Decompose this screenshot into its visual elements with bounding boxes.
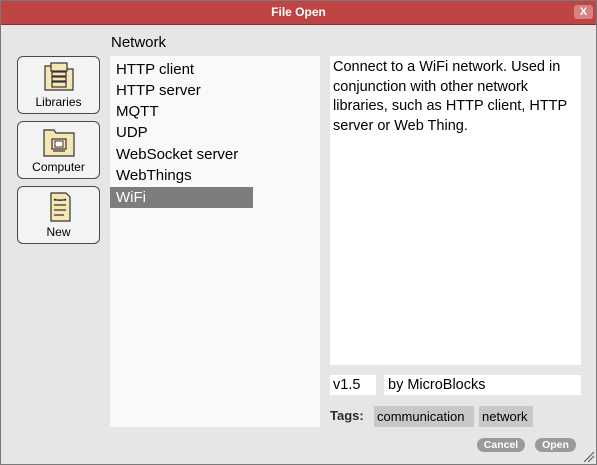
new-document-icon <box>50 192 71 222</box>
close-button[interactable]: X <box>574 5 593 19</box>
open-button[interactable]: Open <box>535 438 576 452</box>
new-label: New <box>46 225 71 239</box>
computer-button[interactable]: Computer <box>17 121 100 179</box>
tag-communication: communication <box>374 406 474 427</box>
file-item-websocket-server[interactable]: WebSocket server <box>110 144 253 165</box>
libraries-label: Libraries <box>35 95 82 109</box>
file-item-http-client[interactable]: HTTP client <box>110 59 253 80</box>
library-books-icon <box>44 62 74 91</box>
library-author: by MicroBlocks <box>384 375 581 395</box>
title-bar[interactable]: File Open X <box>1 1 596 25</box>
file-open-dialog: File Open X Network Libraries Computer N… <box>0 0 597 465</box>
resize-handle-icon[interactable] <box>582 450 594 462</box>
new-button[interactable]: New <box>17 186 100 244</box>
computer-label: Computer <box>32 160 85 174</box>
tag-network: network <box>479 406 533 427</box>
computer-folder-icon <box>43 129 75 157</box>
file-item-udp[interactable]: UDP <box>110 122 253 143</box>
file-item-wifi[interactable]: WiFi <box>110 187 253 208</box>
file-item-http-server[interactable]: HTTP server <box>110 80 253 101</box>
file-list[interactable]: HTTP client HTTP server MQTT UDP WebSock… <box>110 56 320 427</box>
library-description: Connect to a WiFi network. Used in conju… <box>330 56 581 365</box>
tags-label: Tags: <box>330 408 364 423</box>
libraries-button[interactable]: Libraries <box>17 56 100 114</box>
dialog-title: File Open <box>271 5 326 19</box>
cancel-button[interactable]: Cancel <box>477 438 525 452</box>
folder-title: Network <box>111 34 167 51</box>
file-item-mqtt[interactable]: MQTT <box>110 101 253 122</box>
library-version: v1.5 <box>330 375 376 395</box>
file-item-webthings[interactable]: WebThings <box>110 165 253 186</box>
